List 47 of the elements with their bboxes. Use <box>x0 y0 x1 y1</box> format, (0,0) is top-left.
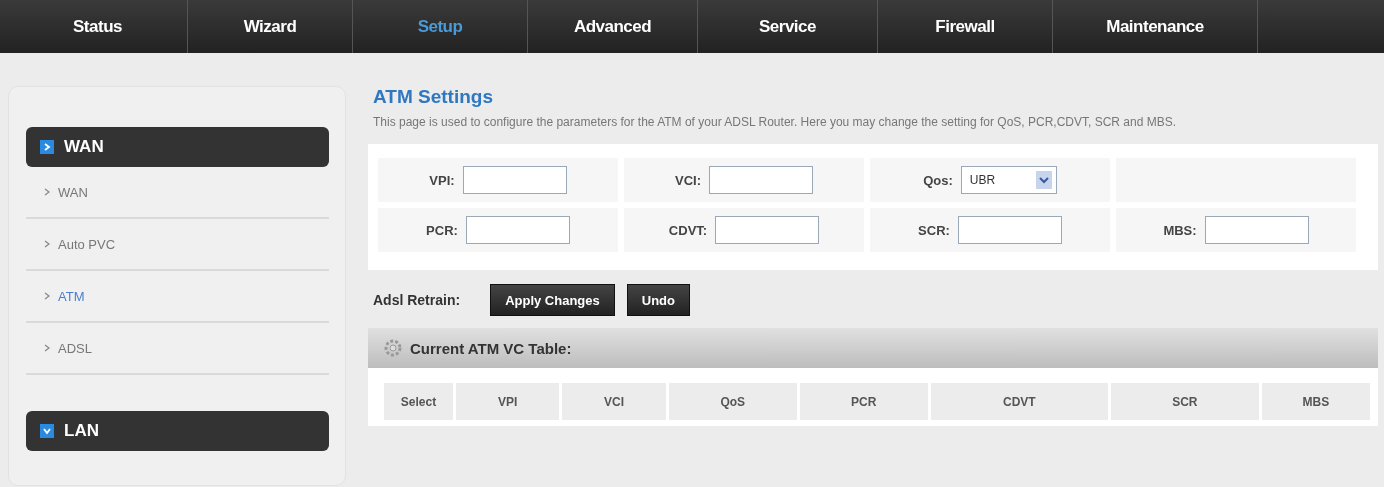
input-field[interactable] <box>465 216 570 244</box>
dropdown-caret-icon <box>1035 171 1052 189</box>
input-field[interactable] <box>715 216 820 244</box>
input-field[interactable] <box>1204 216 1309 244</box>
column-header: SCR <box>1111 383 1259 420</box>
gear-icon <box>384 339 402 357</box>
sidebar-item[interactable]: WAN <box>26 167 329 219</box>
qos-dropdown[interactable]: UBR <box>960 166 1057 194</box>
action-button[interactable]: Apply Changes <box>490 284 615 316</box>
chevron-right-icon <box>44 240 50 248</box>
sidebar-item[interactable]: ATM <box>26 271 329 323</box>
input-field[interactable] <box>462 166 567 194</box>
chevron-right-icon <box>44 344 50 352</box>
column-header: QoS <box>668 383 797 420</box>
field-label: SCR: <box>918 222 950 238</box>
column-header: CDVT <box>930 383 1108 420</box>
nav-tab[interactable]: Status <box>8 0 188 53</box>
nav-tab[interactable]: Setup <box>353 0 528 53</box>
field-label: Qos: <box>923 172 953 188</box>
chevron-right-icon <box>44 188 50 196</box>
action-button[interactable]: Undo <box>626 284 690 316</box>
column-header: VPI <box>455 383 560 420</box>
field-label: VPI: <box>429 172 455 188</box>
column-header: MBS <box>1261 383 1370 420</box>
field-label: CDVT: <box>668 222 708 238</box>
column-header: PCR <box>799 383 928 420</box>
nav-tab[interactable]: Firewall <box>878 0 1053 53</box>
nav-tab[interactable]: Maintenance <box>1053 0 1258 53</box>
page-title: ATM Settings <box>373 86 494 108</box>
nav-tab[interactable]: Service <box>698 0 878 53</box>
sidebar-group-header[interactable]: WAN <box>26 127 329 167</box>
table-header-bar: Current ATM VC Table: <box>368 328 1378 368</box>
nav-tab[interactable]: Wizard <box>188 0 353 53</box>
nav-tab[interactable]: Advanced <box>528 0 698 53</box>
column-header: VCI <box>562 383 666 420</box>
sidebar-group-header[interactable]: LAN <box>26 411 329 451</box>
adsl-retrain-label: Adsl Retrain: <box>373 292 461 308</box>
field-label: PCR: <box>426 222 458 238</box>
chevron-right-icon <box>44 292 50 300</box>
column-header: Select <box>384 383 453 420</box>
page-description: This page is used to configure the parameters for the ATM of your ADSL Router. Here you may change the setting for QoS, PCR,CDVT, SCR and MBS. <box>373 114 1178 131</box>
field-label: VCI: <box>675 172 701 188</box>
field-label: MBS: <box>1163 222 1197 238</box>
input-field[interactable] <box>957 216 1062 244</box>
sidebar-item[interactable]: Auto PVC <box>26 219 329 271</box>
sidebar-item[interactable]: ADSL <box>26 323 329 375</box>
input-field[interactable] <box>709 166 813 194</box>
